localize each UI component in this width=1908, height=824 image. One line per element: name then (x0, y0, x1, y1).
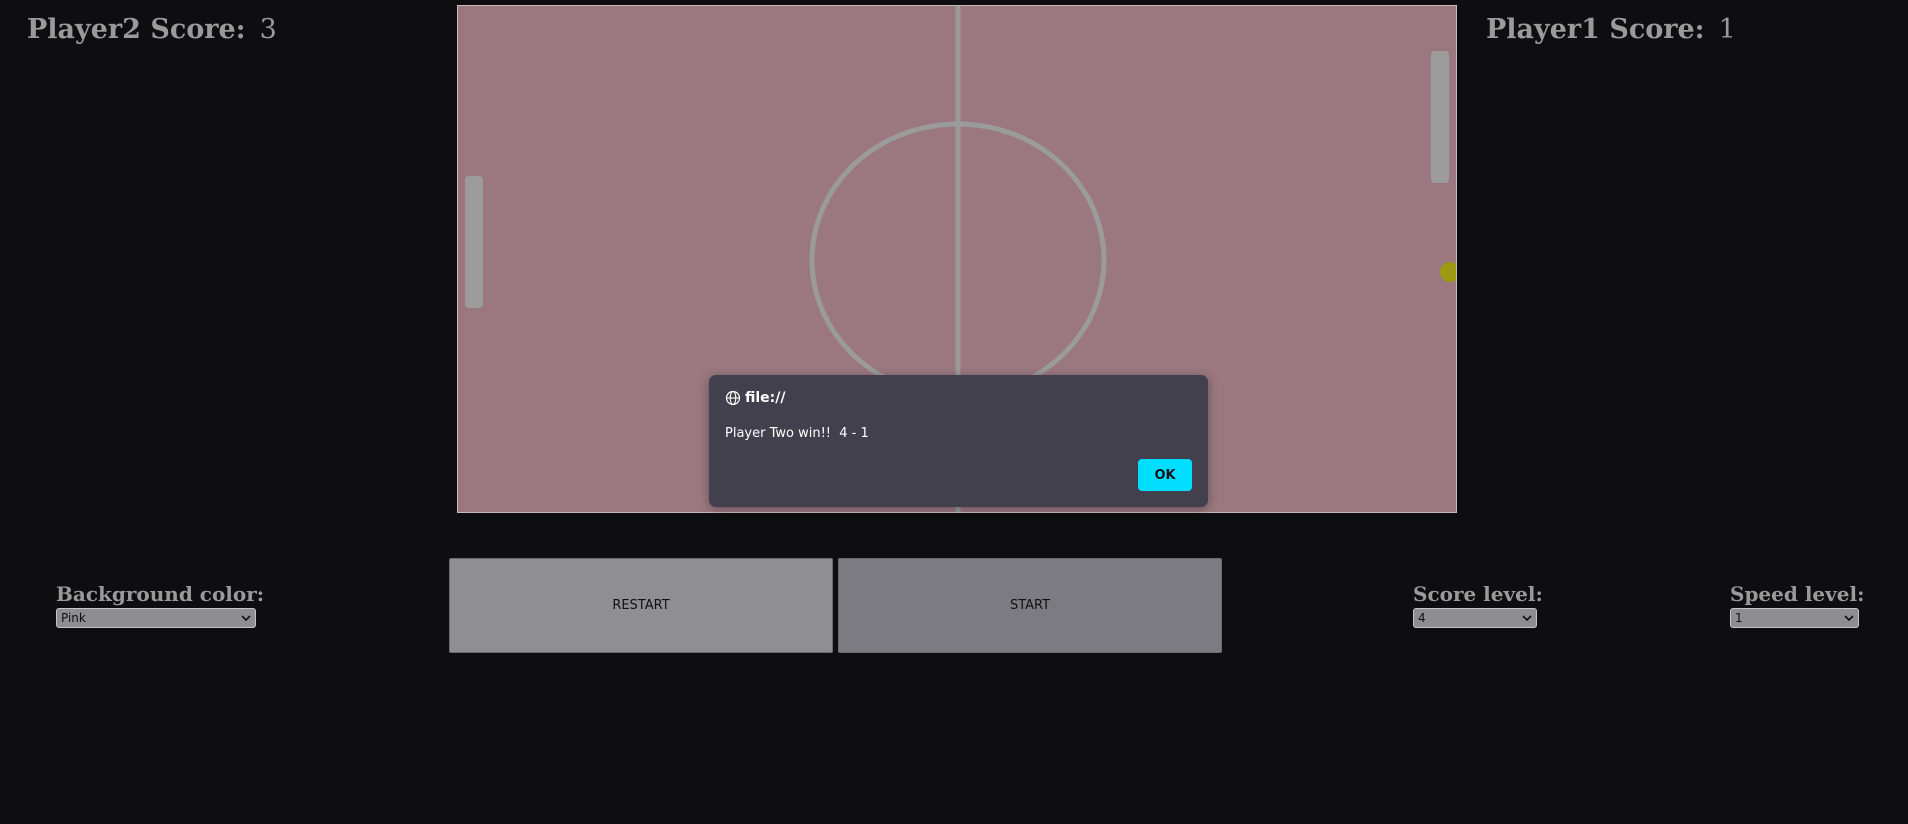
speed-level-label: Speed level: (1730, 582, 1865, 606)
score-level-label: Score level: (1413, 582, 1543, 606)
player2-score-value: 3 (259, 14, 277, 45)
start-button[interactable]: START (838, 558, 1222, 653)
score-level-select[interactable]: 4 (1413, 608, 1537, 628)
speed-level-select[interactable]: 1 (1730, 608, 1859, 628)
dialog-origin: file:// (725, 390, 786, 406)
chevron-down-icon (1844, 615, 1854, 622)
background-color-label: Background color: (56, 582, 265, 606)
player2-score: Player2 Score: 3 (27, 14, 277, 45)
restart-button[interactable]: RESTART (449, 558, 833, 653)
player1-score-value: 1 (1718, 14, 1736, 45)
right-paddle (1431, 51, 1449, 183)
chevron-down-icon (1522, 615, 1532, 622)
dialog-message: Player Two win!! 4 - 1 (725, 426, 869, 441)
background-color-value: Pink (61, 611, 86, 625)
dialog-origin-text: file:// (745, 390, 786, 406)
ok-button[interactable]: OK (1138, 459, 1192, 491)
chevron-down-icon (241, 615, 251, 622)
speed-level-value: 1 (1735, 611, 1743, 625)
player2-score-label: Player2 Score: (27, 14, 246, 45)
score-level-value: 4 (1418, 611, 1426, 625)
player1-score-label: Player1 Score: (1486, 14, 1705, 45)
left-paddle (465, 176, 483, 308)
alert-dialog: file:// Player Two win!! 4 - 1 OK (709, 375, 1208, 507)
globe-icon (725, 390, 741, 406)
background-color-select[interactable]: Pink (56, 608, 256, 628)
player1-score: Player1 Score: 1 (1486, 14, 1736, 45)
